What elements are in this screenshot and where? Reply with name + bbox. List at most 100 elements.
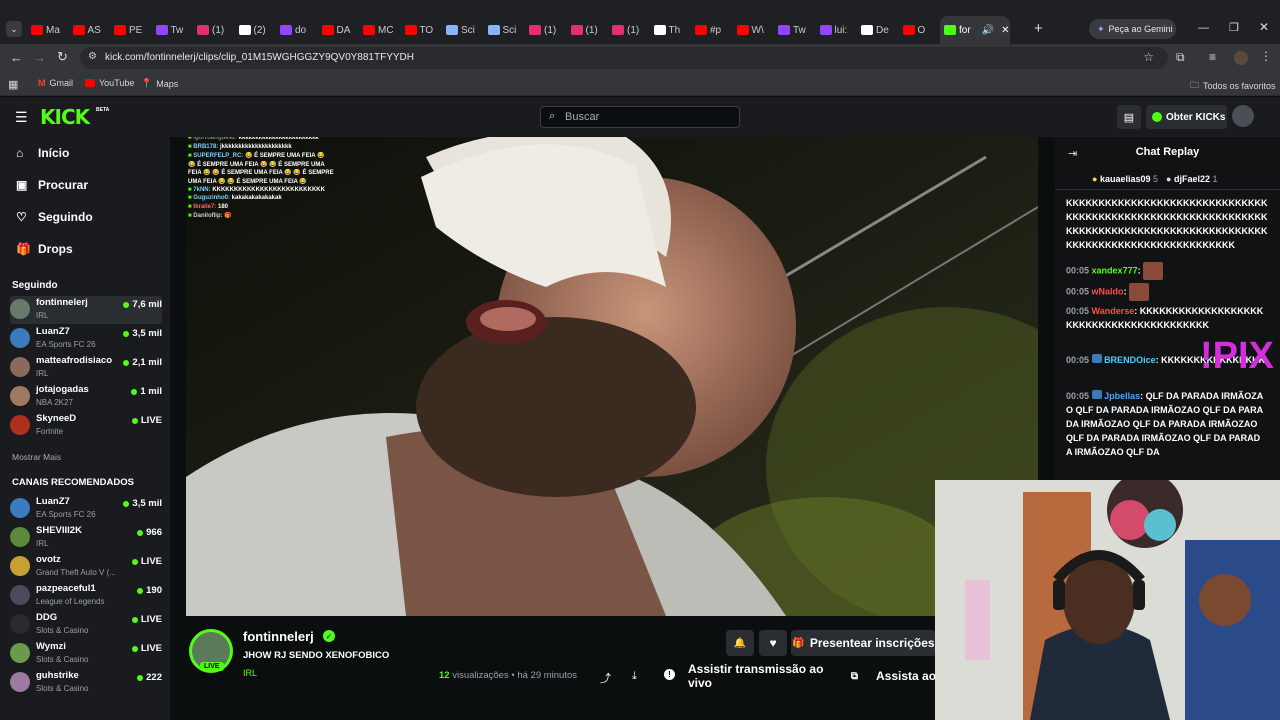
chat-timestamp: 00:05 bbox=[1066, 286, 1090, 297]
viewer-count: LIVE bbox=[131, 415, 162, 426]
channel-item[interactable]: guhstrike Slots & Casino 222 bbox=[10, 669, 162, 697]
back-button[interactable]: ← bbox=[10, 50, 23, 65]
browser-tab[interactable]: (1) bbox=[608, 18, 648, 42]
nav-item-seguindo[interactable]: ♡ Seguindo bbox=[16, 210, 93, 224]
browser-tab[interactable]: AS bbox=[69, 18, 109, 42]
channel-item[interactable]: Wymzi Slots & Casino LIVE bbox=[10, 640, 162, 668]
gemini-button[interactable]: ✦ Peça ao Gemini bbox=[1089, 19, 1176, 39]
browser-tab[interactable]: for 🔊 ✕ bbox=[940, 16, 1010, 44]
chat-username[interactable]: Wanderse bbox=[1092, 306, 1135, 316]
layout-icon[interactable]: ▤ bbox=[1117, 105, 1141, 129]
maximize-button[interactable]: ❐ bbox=[1229, 21, 1239, 34]
live-badge: LIVE bbox=[200, 662, 224, 671]
browser-tab[interactable]: do bbox=[276, 18, 316, 42]
bookmark-star-icon[interactable]: ☆ bbox=[1143, 50, 1154, 64]
kick-logo[interactable]: KICK bbox=[40, 105, 90, 129]
follow-button[interactable]: ♥ bbox=[759, 630, 787, 656]
clip-video-player[interactable]: ■ igorroariguesz: kkkkkkkkkkkkkkkkkkkkkk… bbox=[186, 137, 1038, 616]
channel-item[interactable]: fontinnelerj IRL 7,6 mil bbox=[10, 296, 162, 324]
chat-username[interactable]: BRENDOice bbox=[1104, 355, 1156, 365]
watch-live-button[interactable]: Assistir transmissão ao vivo ⧉ bbox=[688, 662, 858, 690]
browser-tab[interactable]: Tw bbox=[152, 18, 192, 42]
menu-icon[interactable]: ☰ bbox=[15, 109, 28, 126]
channel-item[interactable]: matteafrodisiaco IRL 2,1 mil bbox=[10, 354, 162, 382]
gift-subs-button[interactable]: 🎁 Presentear inscrições bbox=[791, 630, 936, 656]
speaker-icon[interactable]: 🔊 bbox=[982, 25, 994, 36]
browser-tab[interactable]: (1) bbox=[193, 18, 233, 42]
browser-tab[interactable]: TO bbox=[401, 18, 441, 42]
browser-tab-bar: ⌄ Ma AS PE Tw (1) (2) do DA MC TO Sci Sci (1) (1) (1) T… bbox=[0, 0, 1280, 44]
browser-tab[interactable]: (2) bbox=[235, 18, 275, 42]
channel-item[interactable]: SHEVIII2K IRL 966 bbox=[10, 524, 162, 552]
chat-colon: : bbox=[1134, 306, 1138, 316]
channel-item[interactable]: ovotz Grand Theft Auto V (... LIVE bbox=[10, 553, 162, 581]
all-favorites[interactable]: 🗀 Todos os favoritos bbox=[1190, 78, 1276, 94]
browser-tab[interactable]: Th bbox=[650, 18, 690, 42]
profile-avatar[interactable] bbox=[1234, 51, 1248, 65]
chat-username[interactable]: Jpbellas bbox=[1104, 391, 1140, 401]
chat-username[interactable]: wNaldo bbox=[1092, 286, 1124, 296]
browser-tab[interactable]: (1) bbox=[525, 18, 565, 42]
user-avatar[interactable] bbox=[1232, 105, 1254, 127]
close-window-button[interactable]: ✕ bbox=[1259, 20, 1269, 34]
download-icon[interactable]: ⤓ bbox=[632, 670, 637, 683]
browser-tab[interactable]: De bbox=[857, 18, 897, 42]
extensions-icon[interactable]: ⧉ bbox=[1176, 50, 1185, 65]
share-icon[interactable]: ⤴ bbox=[600, 670, 611, 686]
browser-tab[interactable]: (1) bbox=[567, 18, 607, 42]
tab-favicon-icon bbox=[612, 25, 624, 35]
views-label: visualizações bbox=[452, 670, 509, 681]
notifications-button[interactable]: 🔔 bbox=[726, 630, 754, 656]
channel-item[interactable]: SkyneeD Fortnite LIVE bbox=[10, 412, 162, 440]
heart-icon: ♥ bbox=[769, 636, 777, 650]
browser-tab[interactable]: #p bbox=[691, 18, 731, 42]
channel-item[interactable]: LuanZ7 EA Sports FC 26 3,5 mil bbox=[10, 495, 162, 523]
get-kicks-button[interactable]: Obter KICKs bbox=[1146, 105, 1227, 129]
chat-timestamp: 00:05 bbox=[1066, 306, 1090, 316]
browser-tab[interactable]: W\ bbox=[733, 18, 773, 42]
forward-button[interactable]: → bbox=[33, 50, 46, 65]
browser-tab[interactable]: Sci bbox=[484, 18, 524, 42]
channel-item[interactable]: jotajogadas NBA 2K27 1 mil bbox=[10, 383, 162, 411]
minimize-button[interactable]: — bbox=[1198, 22, 1209, 34]
chat-message: 00:05 Wanderse: KKKKKKKKKKKKKKKKKKKKKKKK… bbox=[1066, 304, 1266, 332]
site-info-icon[interactable]: ⚙ bbox=[88, 51, 97, 62]
maps-icon: 📍 bbox=[141, 78, 153, 88]
nav-item-drops[interactable]: 🎁 Drops bbox=[16, 242, 73, 256]
top-gifter-2[interactable]: ● djFael22 1 bbox=[1166, 174, 1218, 184]
chat-username[interactable]: xandex777 bbox=[1092, 265, 1138, 275]
browser-tab[interactable]: lui: bbox=[816, 18, 856, 42]
nav-item-início[interactable]: ⌂ Início bbox=[16, 146, 69, 160]
url-field[interactable]: ⚙ kick.com/fontinnelerj/clips/clip_01M15… bbox=[80, 47, 1168, 69]
nav-item-procurar[interactable]: ▣ Procurar bbox=[16, 178, 88, 192]
browser-tab[interactable]: DA bbox=[318, 18, 358, 42]
browser-tab[interactable]: PE bbox=[110, 18, 150, 42]
bookmark-maps[interactable]: 📍 Maps bbox=[141, 78, 178, 89]
bookmark-gmail[interactable]: M Gmail bbox=[38, 78, 73, 88]
browser-tab[interactable]: MC bbox=[359, 18, 399, 42]
viewer-count: 7,6 mil bbox=[123, 299, 162, 310]
browser-menu-icon[interactable]: ⋮ bbox=[1260, 49, 1272, 63]
browser-tab[interactable]: Sci bbox=[442, 18, 482, 42]
channel-item[interactable]: LuanZ7 EA Sports FC 26 3,5 mil bbox=[10, 325, 162, 353]
search-input[interactable]: ⌕ Buscar bbox=[540, 106, 740, 128]
browser-tab[interactable]: Tw bbox=[774, 18, 814, 42]
tab-search-icon[interactable]: ⌄ bbox=[6, 21, 22, 37]
channel-item[interactable]: pazpeaceful1 League of Legends 190 bbox=[10, 582, 162, 610]
nav-item-label: Procurar bbox=[38, 178, 89, 192]
close-tab-icon[interactable]: ✕ bbox=[1001, 25, 1009, 36]
channel-name[interactable]: fontinnelerj bbox=[243, 629, 314, 644]
browser-tab[interactable]: Ma bbox=[27, 18, 67, 42]
live-dot-icon bbox=[137, 674, 144, 681]
clip-category[interactable]: IRL bbox=[243, 668, 257, 678]
top-gifter-1[interactable]: ● kauaelias09 5 bbox=[1092, 174, 1158, 184]
new-tab-button[interactable]: + bbox=[1034, 20, 1043, 37]
show-more-link[interactable]: Mostrar Mais bbox=[12, 452, 61, 462]
report-icon[interactable]: ! bbox=[664, 669, 675, 680]
browser-tab[interactable]: O bbox=[899, 18, 939, 42]
apps-icon[interactable]: ▦ bbox=[8, 78, 18, 91]
media-icon[interactable]: ≡ bbox=[1209, 50, 1216, 64]
bookmark-youtube[interactable]: YouTube bbox=[85, 78, 134, 88]
channel-item[interactable]: DDG Slots & Casino LIVE bbox=[10, 611, 162, 639]
reload-button[interactable]: ↻ bbox=[57, 49, 68, 65]
